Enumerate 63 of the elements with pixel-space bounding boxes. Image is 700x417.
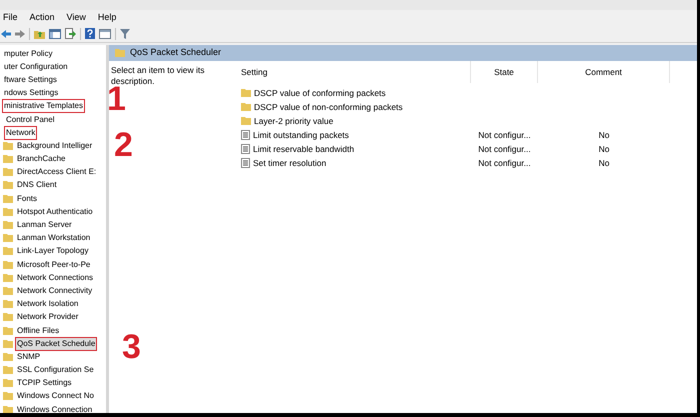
folder-up-icon[interactable]	[34, 28, 45, 38]
tree-item[interactable]: Lanman Server	[16, 219, 73, 232]
policy-setting-icon	[241, 158, 250, 168]
state-cell: Not configur...	[478, 128, 531, 142]
tree-item[interactable]: Background Intelliger	[16, 140, 94, 152]
tree-item[interactable]: Network Provider	[16, 311, 80, 324]
tree-item[interactable]: Network Connectivity	[16, 284, 94, 297]
tree-item[interactable]: Network	[5, 126, 36, 139]
tree-item[interactable]: uter Configuration	[3, 60, 69, 73]
state-cell: Not configur...	[478, 142, 531, 156]
panel-toggle-icon[interactable]	[49, 28, 61, 38]
menu-item[interactable]: Help	[98, 10, 116, 24]
tree-item[interactable]: Network Connections	[16, 272, 94, 284]
menu-item[interactable]: View	[66, 10, 86, 24]
menu-item[interactable]: Action	[30, 10, 55, 24]
comment-cell: No	[598, 156, 610, 170]
tree-item[interactable]: Fonts	[16, 192, 38, 205]
setting-name[interactable]: DSCP value of conforming packets	[254, 86, 386, 100]
tree-item[interactable]: Hotspot Authenticatio	[16, 206, 94, 218]
tree-item[interactable]: BranchCache	[16, 153, 66, 166]
tree-item[interactable]: Offline Files	[16, 324, 60, 337]
tree-item[interactable]: QoS Packet Schedule	[16, 338, 96, 350]
filter-icon[interactable]	[120, 28, 130, 38]
tree-item[interactable]: Network Isolation	[16, 298, 80, 310]
state-cell: Not configur...	[478, 156, 531, 170]
properties-icon[interactable]	[99, 28, 111, 38]
tree-item[interactable]: TCPIP Settings	[16, 377, 73, 390]
setting-name[interactable]: Layer-2 priority value	[254, 114, 334, 128]
forward-arrow-icon[interactable]	[15, 30, 25, 38]
folder-icon	[115, 49, 125, 57]
policy-setting-icon	[241, 130, 250, 140]
tree-item[interactable]: Windows Connect No	[16, 390, 95, 402]
export-list-icon[interactable]	[65, 28, 76, 39]
step-number: 2	[114, 128, 133, 162]
policy-setting-icon	[241, 144, 250, 154]
tree-item[interactable]: Microsoft Peer-to-Pe	[16, 258, 92, 271]
tree-item[interactable]: ndows Settings	[3, 87, 60, 100]
setting-name[interactable]: Limit reservable bandwidth	[253, 142, 354, 156]
help-icon[interactable]	[85, 28, 95, 39]
back-arrow-icon[interactable]	[1, 30, 11, 38]
menu-item[interactable]: File	[3, 10, 18, 24]
tree-item[interactable]: Link-Layer Topology	[16, 245, 90, 258]
pane-title: QoS Packet Scheduler	[130, 46, 222, 60]
tree-item[interactable]: Control Panel	[5, 114, 56, 126]
setting-name[interactable]: DSCP value of non-conforming packets	[254, 100, 403, 114]
column-header[interactable]: Setting	[241, 66, 268, 78]
tree-item[interactable]: SNMP	[16, 350, 42, 363]
tree-item[interactable]: DNS Client	[16, 179, 58, 192]
column-header[interactable]: State	[494, 66, 514, 78]
tree-item[interactable]: ministrative Templates	[3, 100, 84, 112]
tree-item[interactable]: mputer Policy	[3, 48, 54, 60]
description-text: Select an item to view its description.	[111, 65, 206, 86]
tree-item[interactable]: DirectAccess Client E:	[16, 166, 98, 178]
tree-item[interactable]: Windows Connection	[16, 404, 94, 413]
tree-item[interactable]: ftware Settings	[3, 74, 58, 86]
column-header[interactable]: Comment	[585, 66, 622, 78]
tree-item[interactable]: SSL Configuration Se	[16, 364, 95, 376]
step-number: 3	[122, 330, 141, 364]
comment-cell: No	[598, 142, 610, 156]
tree-item[interactable]: Lanman Workstation	[16, 232, 92, 244]
setting-name[interactable]: Set timer resolution	[253, 156, 326, 170]
comment-cell: No	[598, 128, 610, 142]
setting-name[interactable]: Limit outstanding packets	[253, 128, 349, 142]
